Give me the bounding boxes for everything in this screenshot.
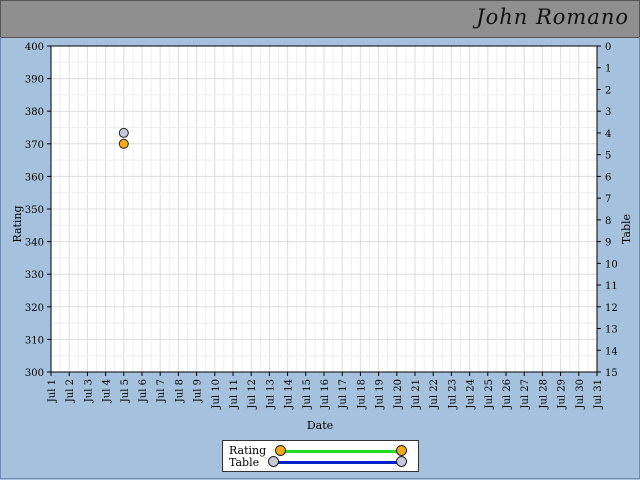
x-tick-label: Jul 24 <box>466 379 477 410</box>
y-right-tick-label: 12 <box>605 303 618 314</box>
y-right-tick-label: 7 <box>605 194 611 205</box>
y-right-tick-label: 10 <box>605 259 618 270</box>
data-point-rating <box>118 138 129 149</box>
x-tick-label: Jul 13 <box>265 379 276 410</box>
x-tick-label: Jul 11 <box>229 379 240 410</box>
legend-marker-rating <box>396 445 407 456</box>
x-tick-label: Jul 22 <box>429 379 440 410</box>
x-tick-label: Jul 1 <box>47 379 58 403</box>
chart: 300310320330340350360370380390400 0123456… <box>11 42 633 432</box>
x-tick-label: Jul 29 <box>557 379 568 410</box>
x-tick-label: Jul 12 <box>247 379 258 410</box>
y-left-tick-label: 360 <box>25 172 44 183</box>
x-tick-label: Jul 6 <box>138 379 149 403</box>
y-right-tick-label: 3 <box>605 107 611 118</box>
x-tick-label: Jul 20 <box>393 379 404 410</box>
y-left-tick-label: 390 <box>25 75 44 86</box>
x-tick-label: Jul 28 <box>538 379 549 410</box>
y-right-tick-label: 9 <box>605 238 611 249</box>
y-right-tick-label: 15 <box>605 368 618 379</box>
y-right-tick-label: 11 <box>605 281 618 292</box>
y-left-tick-label: 330 <box>25 270 44 281</box>
legend-marker-table <box>268 456 279 467</box>
x-tick-label: Jul 9 <box>193 379 204 403</box>
x-tick-label: Jul 18 <box>356 379 367 410</box>
x-tick-label: Jul 30 <box>575 379 586 410</box>
x-tick-label: Jul 10 <box>211 379 222 410</box>
x-axis-title: Date <box>307 419 333 432</box>
y-left-axis-title: Rating <box>11 205 24 242</box>
legend-marker-rating <box>275 445 286 456</box>
y-right-tick-label: 14 <box>605 346 618 357</box>
x-tick-label: Jul 3 <box>83 379 94 403</box>
x-tick-label: Jul 16 <box>320 379 331 410</box>
y-left-tick-label: 370 <box>25 140 44 151</box>
y-left-tick-label: 340 <box>25 238 44 249</box>
legend-line-table <box>273 461 403 464</box>
x-tick-label: Jul 21 <box>411 379 422 410</box>
legend: Rating Table <box>222 440 419 472</box>
x-tick-label: Jul 25 <box>484 379 495 410</box>
y-right-tick-label: 1 <box>605 64 611 75</box>
y-left-tick-label: 380 <box>25 107 44 118</box>
y-right-axis-title: Table <box>620 214 633 244</box>
legend-label-table: Table <box>229 456 260 469</box>
y-left-tick-label: 400 <box>25 42 44 53</box>
y-right-tick-label: 4 <box>605 129 611 140</box>
y-right-tick-label: 13 <box>605 325 618 336</box>
legend-marker-table <box>396 456 407 467</box>
legend-line-rating <box>281 450 403 453</box>
y-left-tick-label: 350 <box>25 205 44 216</box>
x-tick-label: Jul 17 <box>338 379 349 410</box>
x-tick-label: Jul 5 <box>120 379 131 403</box>
y-left-tick-label: 310 <box>25 335 44 346</box>
x-tick-label: Jul 26 <box>502 379 513 410</box>
y-right-tick-label: 8 <box>605 216 611 227</box>
y-left-tick-label: 320 <box>25 303 44 314</box>
x-tick-label: Jul 4 <box>102 379 113 403</box>
data-point-table <box>118 127 129 138</box>
y-right-tick-label: 6 <box>605 172 611 183</box>
x-tick-label: Jul 23 <box>447 379 458 410</box>
y-right-tick-label: 5 <box>605 151 611 162</box>
y-left-tick-label: 300 <box>25 368 44 379</box>
x-tick-label: Jul 7 <box>156 379 167 403</box>
x-tick-label: Jul 2 <box>65 379 76 403</box>
x-tick-label: Jul 27 <box>520 379 531 410</box>
x-tick-label: Jul 15 <box>302 379 313 410</box>
x-tick-label: Jul 8 <box>174 379 185 403</box>
y-right-tick-label: 0 <box>605 42 611 53</box>
x-tick-label: Jul 19 <box>375 379 386 410</box>
x-tick-label: Jul 31 <box>593 379 604 410</box>
x-tick-label: Jul 14 <box>284 379 295 410</box>
y-right-tick-label: 2 <box>605 85 611 96</box>
